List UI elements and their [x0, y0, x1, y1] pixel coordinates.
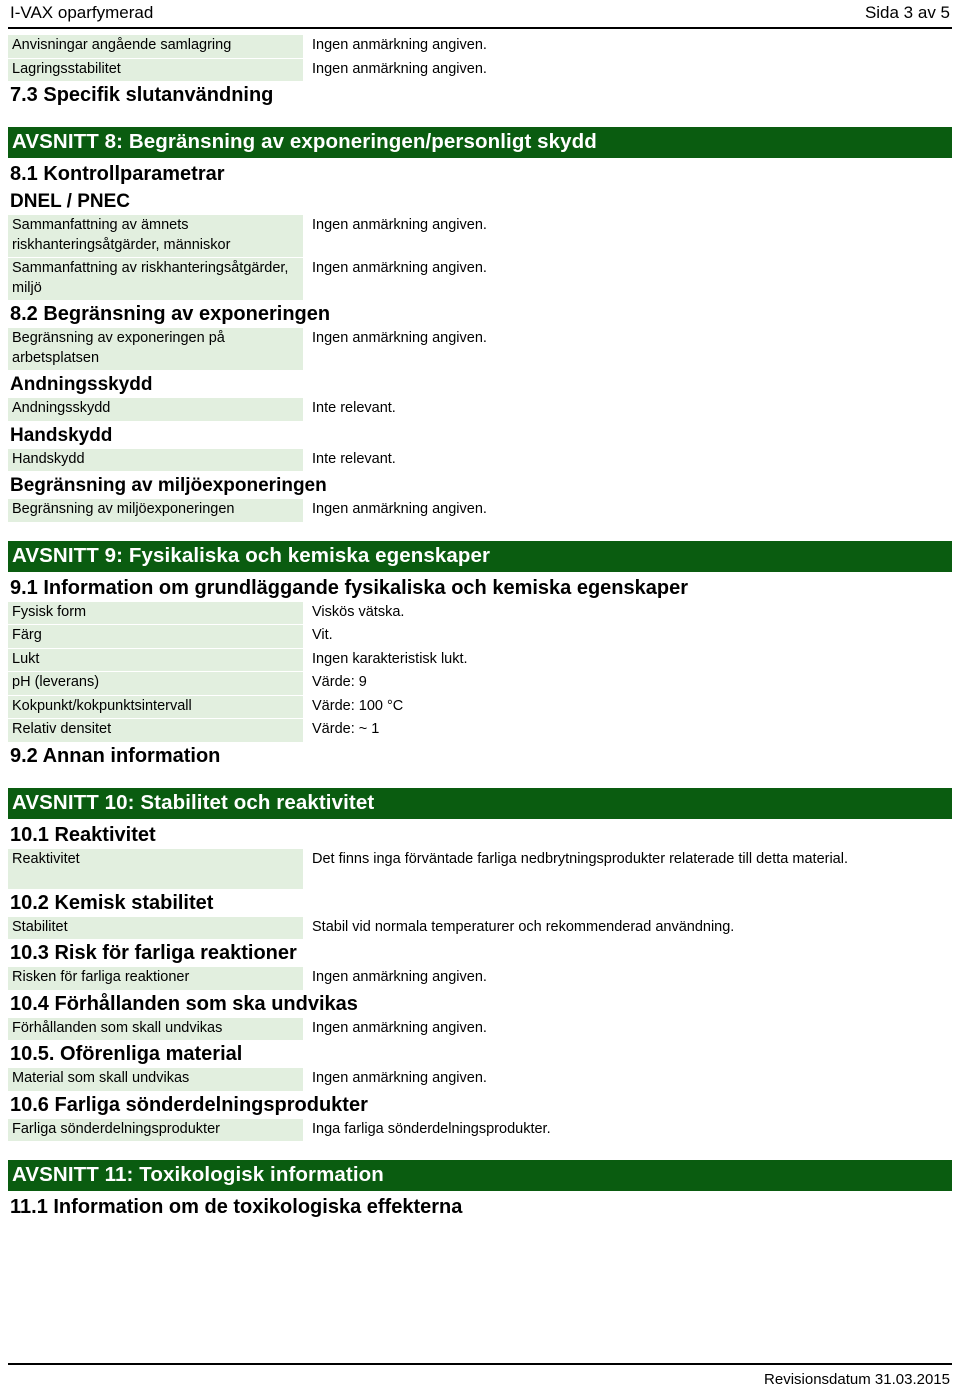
subheading-miljoexponering: Begränsning av miljöexponeringen: [10, 475, 327, 496]
header-divider: [8, 27, 952, 29]
row-label: Anvisningar angående samlagring: [8, 35, 303, 58]
row-value: Ingen anmärkning angiven.: [312, 330, 487, 346]
subheading-handskydd: Handskydd: [10, 424, 113, 446]
table-row: Kokpunkt/kokpunktsintervall Värde: 100 °…: [8, 695, 952, 718]
row-value: Inga farliga sönderdelningsprodukter.: [312, 1120, 551, 1137]
heading-10-1: 10.1 Reaktivitet: [10, 823, 156, 846]
table-row: Anvisningar angående samlagring Ingen an…: [8, 35, 952, 58]
section-bar-10: AVSNITT 10: Stabilitet och reaktivitet: [8, 787, 952, 819]
document-page: I-VAX oparfymerad Sida 3 av 5 Anvisninga…: [0, 0, 960, 1393]
row-value: Viskös vätska.: [312, 603, 405, 620]
heading-10-4: 10.4 Förhållanden som ska undvikas: [10, 992, 358, 1015]
section-bar-8: AVSNITT 8: Begränsning av exponeringen/p…: [8, 127, 952, 158]
row-value: Vit.: [312, 627, 333, 643]
page-footer: Revisionsdatum 31.03.2015: [8, 1363, 952, 1389]
table-row: Material som skall undvikas Ingen anmärk…: [8, 1068, 952, 1091]
heading-9-1: 9.1 Information om grundläggande fysikal…: [10, 576, 689, 599]
row-value: Ingen anmärkning angiven.: [312, 969, 487, 985]
table-row: Färg Vit.: [8, 625, 952, 648]
section-bar-9: AVSNITT 9: Fysikaliska och kemiska egens…: [8, 540, 952, 572]
table-row: Reaktivitet Det finns inga förväntade fa…: [8, 848, 952, 889]
footer-divider: [8, 1363, 952, 1365]
row-value: Det finns inga förväntade farliga nedbry…: [312, 850, 848, 867]
row-value: Stabil vid normala temperaturer och reko…: [312, 918, 735, 935]
row-label: Begränsning av miljöexponeringen: [8, 499, 303, 522]
table-row: Förhållanden som skall undvikas Ingen an…: [8, 1017, 952, 1040]
row-label: Material som skall undvikas: [8, 1068, 303, 1091]
row-value: Inte relevant.: [312, 400, 396, 416]
row-label: Reaktivitet: [8, 848, 303, 889]
table-row: Lukt Ingen karakteristisk lukt.: [8, 648, 952, 671]
row-value: Värde: 100 °C: [312, 697, 404, 714]
row-label: Andningsskydd: [8, 398, 303, 421]
heading-10-3: 10.3 Risk för farliga reaktioner: [10, 942, 297, 964]
row-label: Sammanfattning av riskhanteringsåtgärder…: [8, 258, 303, 300]
row-label: Handskydd: [8, 448, 303, 471]
row-label: Sammanfattning av ämnets riskhanteringså…: [8, 215, 303, 257]
row-value: Ingen anmärkning angiven.: [312, 1070, 487, 1086]
row-label: Kokpunkt/kokpunktsintervall: [8, 695, 303, 718]
row-value: Ingen anmärkning angiven.: [312, 260, 487, 276]
heading-10-2: 10.2 Kemisk stabilitet: [10, 891, 214, 914]
row-label: Färg: [8, 625, 303, 648]
row-value: Värde: ~ 1: [312, 721, 380, 737]
heading-9-2: 9.2 Annan information: [10, 744, 221, 767]
row-label: pH (leverans): [8, 672, 303, 695]
page-indicator: Sida 3 av 5: [864, 3, 950, 22]
subheading-andningsskydd: Andningsskydd: [10, 374, 153, 395]
document-title: I-VAX oparfymerad: [10, 3, 154, 22]
heading-8-2: 8.2 Begränsning av exponeringen: [10, 303, 331, 325]
table-row: Fysisk form Viskös vätska.: [8, 601, 952, 624]
row-label: Lukt: [8, 648, 303, 671]
table-row: Andningsskydd Inte relevant.: [8, 398, 952, 421]
table-row: pH (leverans) Värde: 9: [8, 672, 952, 695]
table-row: Relativ densitet Värde: ~ 1: [8, 719, 952, 742]
revision-date: Revisionsdatum 31.03.2015: [764, 1371, 950, 1388]
table-row: Risken för farliga reaktioner Ingen anmä…: [8, 967, 952, 990]
heading-8-1: 8.1 Kontrollparametrar: [10, 163, 225, 185]
row-label: Risken för farliga reaktioner: [8, 967, 303, 990]
section-bar-11: AVSNITT 11: Toxikologisk information: [8, 1160, 952, 1191]
heading-10-6: 10.6 Farliga sönderdelningsprodukter: [10, 1093, 368, 1116]
table-row: Handskydd Inte relevant.: [8, 448, 952, 471]
heading-10-5: 10.5. Oförenliga material: [10, 1043, 243, 1065]
table-row: Sammanfattning av ämnets riskhanteringså…: [8, 215, 952, 257]
page-header: I-VAX oparfymerad Sida 3 av 5: [8, 0, 952, 25]
row-value: Inte relevant.: [312, 450, 396, 467]
row-label: Begränsning av exponeringen på arbetspla…: [8, 328, 303, 370]
row-value: Ingen karakteristisk lukt.: [312, 650, 468, 667]
row-value: Ingen anmärkning angiven.: [312, 37, 487, 53]
row-label: Fysisk form: [8, 601, 303, 624]
row-value: Ingen anmärkning angiven.: [312, 501, 487, 517]
row-label: Farliga sönderdelningsprodukter: [8, 1118, 303, 1141]
row-label: Relativ densitet: [8, 719, 303, 742]
row-value: Ingen anmärkning angiven.: [312, 217, 487, 233]
row-label: Förhållanden som skall undvikas: [8, 1017, 303, 1040]
table-row: Lagringsstabilitet Ingen anmärkning angi…: [8, 58, 952, 81]
table-row: Stabilitet Stabil vid normala temperatur…: [8, 916, 952, 939]
table-row: Begränsning av exponeringen på arbetspla…: [8, 328, 952, 370]
table-row: Farliga sönderdelningsprodukter Inga far…: [8, 1118, 952, 1141]
heading-11-1: 11.1 Information om de toxikologiska eff…: [10, 1196, 463, 1218]
row-value: Värde: 9: [312, 674, 367, 690]
row-value: Ingen anmärkning angiven.: [312, 1019, 487, 1036]
row-label: Lagringsstabilitet: [8, 58, 303, 81]
subheading-dnel-pnec: DNEL / PNEC: [10, 191, 131, 212]
row-value: Ingen anmärkning angiven.: [312, 60, 487, 77]
table-row: Begränsning av miljöexponeringen Ingen a…: [8, 499, 952, 522]
table-row: Sammanfattning av riskhanteringsåtgärder…: [8, 258, 952, 300]
heading-7-3: 7.3 Specifik slutanvändning: [10, 84, 274, 106]
row-label: Stabilitet: [8, 916, 303, 939]
